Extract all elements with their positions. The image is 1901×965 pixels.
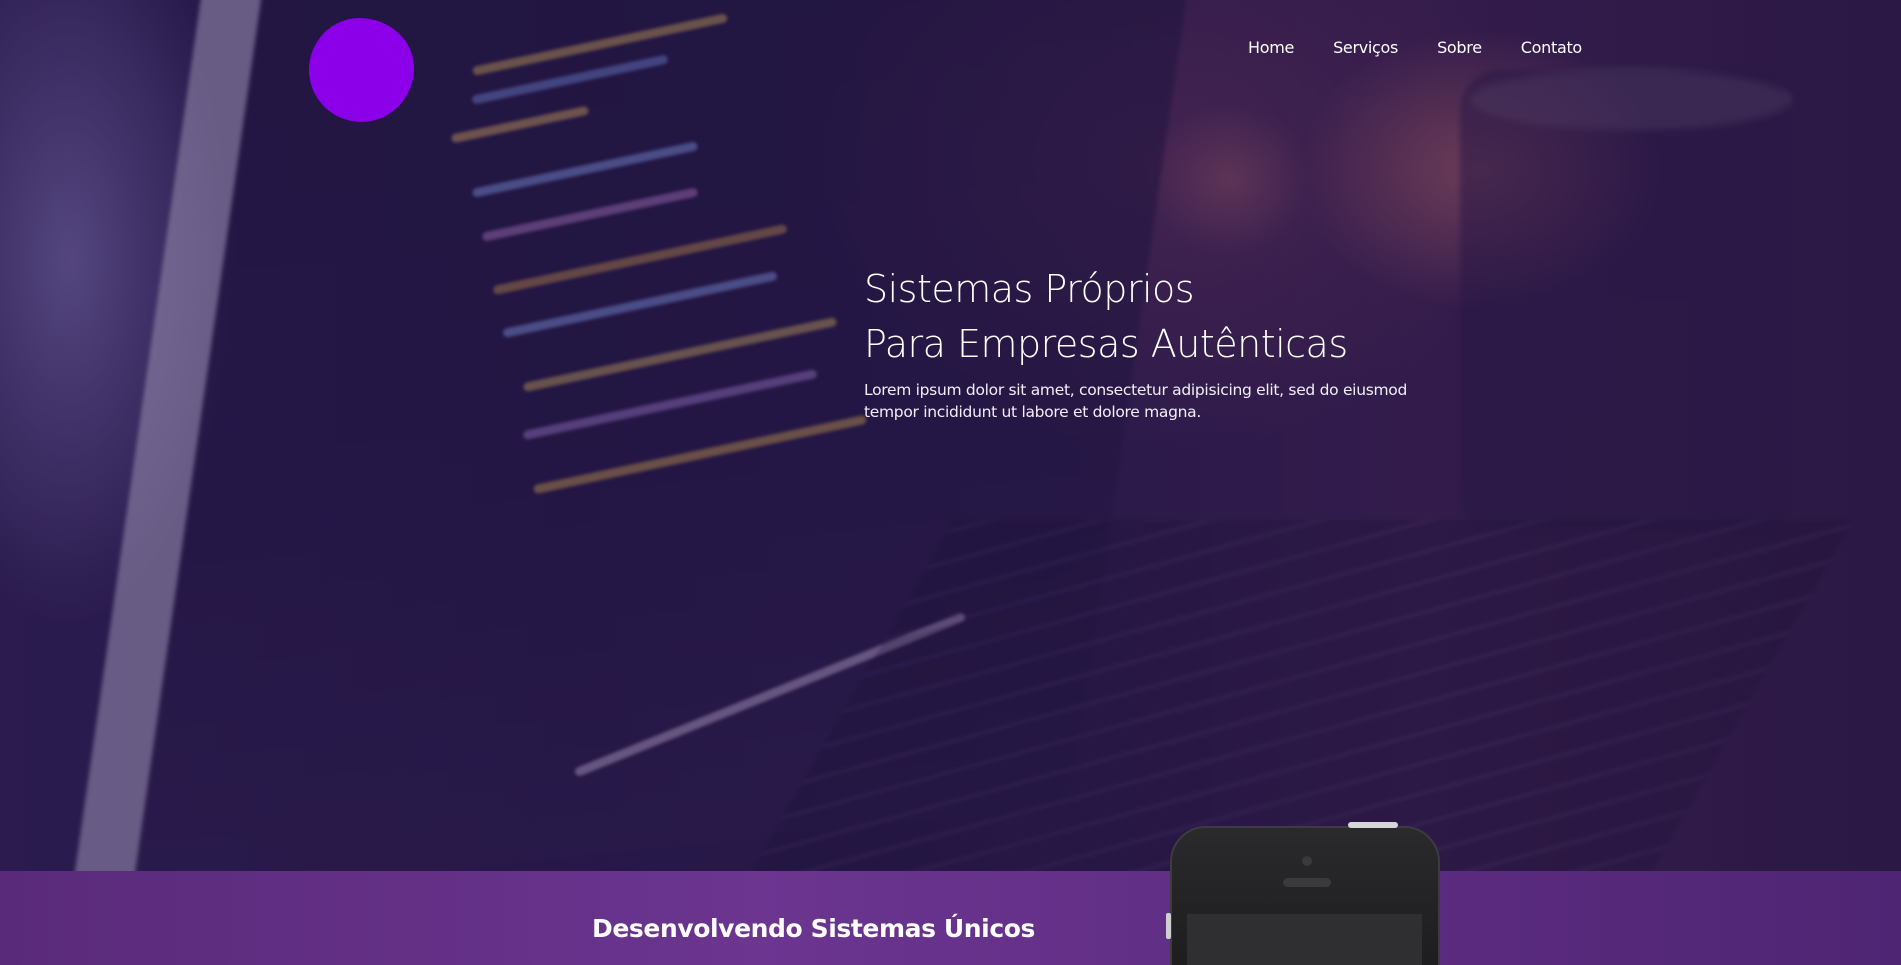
hero-overlay [0,0,1901,871]
hero-section [0,0,1901,871]
phone-speaker [1283,878,1331,887]
hero-headline: Sistemas Próprios Para Empresas Autêntic… [864,262,1348,372]
phone-camera [1302,856,1312,866]
nav-item-home[interactable]: Home [1248,38,1294,57]
phone-top-button [1348,822,1398,828]
nav-item-servicos[interactable]: Serviços [1333,38,1398,57]
main-nav: Home Serviços Sobre Contato [1248,38,1582,57]
nav-item-contato[interactable]: Contato [1521,38,1582,57]
phone-screen [1187,914,1422,965]
phone-side-button [1166,913,1171,939]
hero-lead-text: Lorem ipsum dolor sit amet, consectetur … [864,381,1408,421]
logo-mark[interactable] [309,18,414,122]
hero-headline-line2: Para Empresas Autênticas [864,322,1348,366]
nav-item-sobre[interactable]: Sobre [1437,38,1482,57]
hero-headline-line1: Sistemas Próprios [864,267,1195,311]
band-title: Desenvolvendo Sistemas Únicos [592,914,1036,943]
